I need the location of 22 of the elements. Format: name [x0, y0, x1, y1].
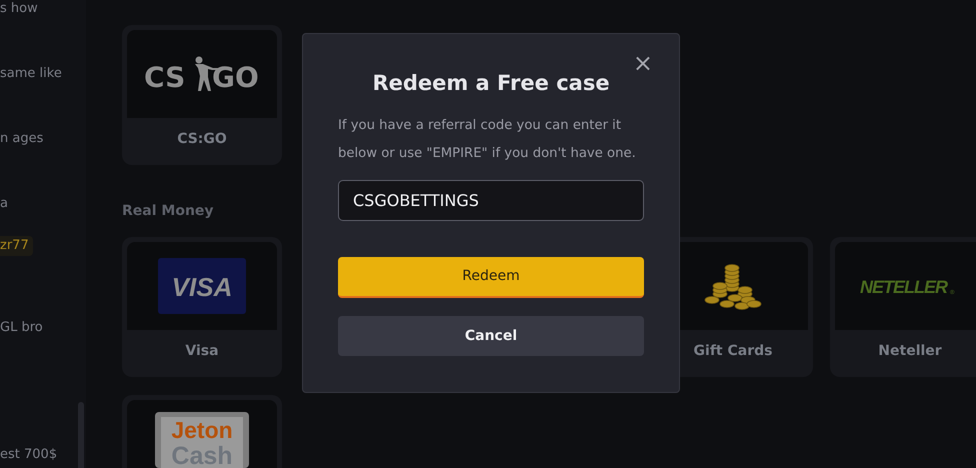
- chat-message: GL bro: [0, 319, 43, 337]
- modal-text: If you have a referral code you can enter it below or use "EMPIRE" if you don't have one.: [338, 117, 637, 163]
- chat-message: s how: [0, 0, 38, 18]
- chat-message: a: [0, 195, 8, 213]
- cancel-button[interactable]: Cancel: [338, 316, 644, 356]
- payment-card[interactable]: VISA Visa: [122, 237, 282, 377]
- redeem-button[interactable]: Redeem: [338, 257, 644, 298]
- card-label: CS:GO: [177, 130, 227, 148]
- chat-message: est 700$: [0, 446, 58, 464]
- chat-message: same like: [0, 65, 62, 83]
- code-field[interactable]: CSGOBETTINGS: [338, 180, 644, 221]
- csgo-logo: CS GO: [142, 54, 262, 94]
- section-heading: Real Money: [122, 202, 215, 221]
- card-label: Neteller: [878, 342, 942, 360]
- visa-logo: VISA: [158, 258, 246, 314]
- modal-title: Redeem a Free case: [371, 70, 611, 97]
- payment-card[interactable]: CS GO CS:GO: [122, 25, 282, 165]
- chat-message: n ages: [0, 130, 44, 148]
- close-button[interactable]: ×: [630, 50, 655, 76]
- card-label: Visa: [185, 342, 219, 360]
- card-label: Gift Cards: [694, 342, 772, 360]
- user-tag: zr77: [0, 236, 33, 256]
